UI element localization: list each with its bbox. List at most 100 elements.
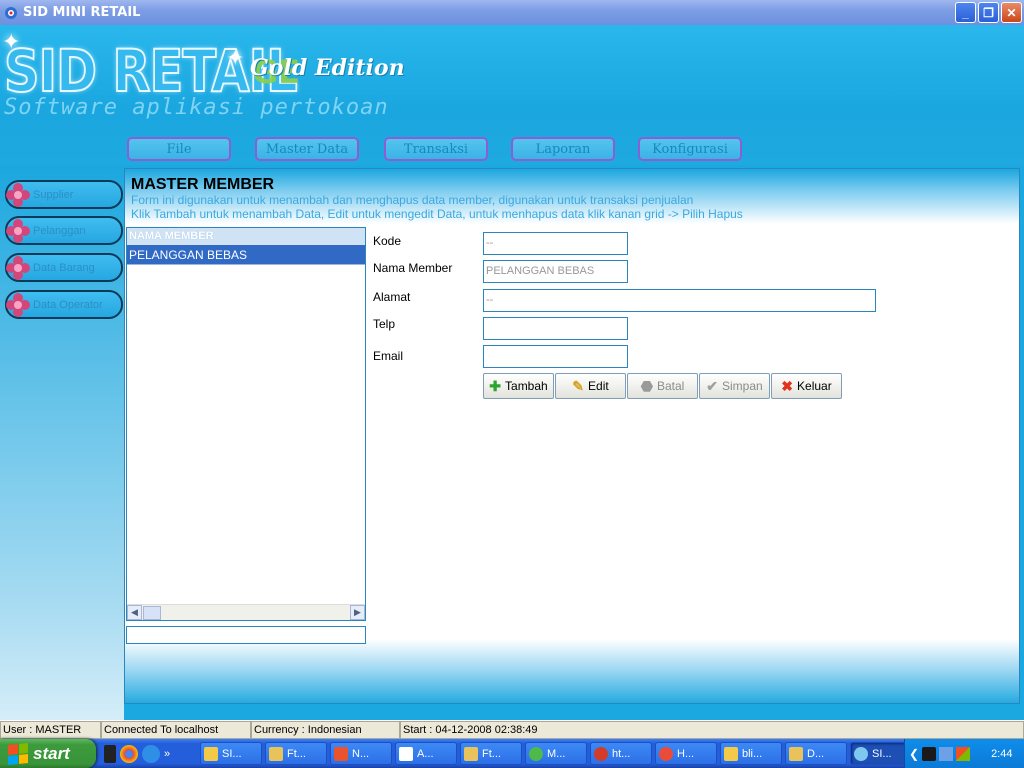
app-shortcut-icon[interactable]: [104, 744, 116, 763]
taskbar-item[interactable]: A...: [395, 742, 457, 765]
windows-logo-icon: [8, 742, 28, 765]
sidebar-item-data-operator[interactable]: Data Operator: [5, 290, 123, 319]
taskbar-item-label: bli...: [742, 747, 763, 760]
sidebar-item-supplier[interactable]: Supplier: [5, 180, 123, 209]
sparkle-icon: ✦: [226, 45, 245, 70]
taskbar-item[interactable]: H...: [655, 742, 717, 765]
taskbar-item[interactable]: SI...: [850, 742, 912, 765]
grid-column-header[interactable]: NAMA MEMBER: [127, 228, 365, 245]
start-button[interactable]: start: [0, 739, 96, 768]
nama-member-label: Nama Member: [373, 261, 453, 275]
windows-flag-icon[interactable]: [956, 746, 971, 761]
taskbar-item-label: SI...: [222, 747, 242, 760]
chrome-icon: [659, 746, 673, 761]
minimize-icon: _: [962, 5, 969, 20]
chrome-icon[interactable]: [120, 744, 138, 763]
traffic-light-icon[interactable]: [922, 746, 937, 761]
taskbar-item[interactable]: SI...: [200, 742, 262, 765]
app-window-icon: [399, 746, 413, 761]
scroll-left-button[interactable]: ◀: [127, 605, 142, 620]
status-start-time: Start : 04-12-2008 02:38:49: [400, 721, 1024, 739]
taskbar-item[interactable]: Ft...: [265, 742, 327, 765]
taskbar-tasks: SI... Ft... N... A... Ft... M... ht... H…: [200, 742, 912, 765]
sidebar-item-pelanggan[interactable]: Pelanggan: [5, 216, 123, 245]
tambah-button[interactable]: ✚ Tambah: [483, 373, 554, 399]
scroll-right-button[interactable]: ▶: [350, 605, 365, 620]
quick-launch: »: [104, 744, 200, 763]
chevron-left-icon[interactable]: ❮: [909, 747, 919, 761]
restore-icon: ❐: [983, 5, 994, 20]
horizontal-scrollbar[interactable]: ◀ ▶: [127, 604, 365, 620]
taskbar-item-label: M...: [547, 747, 566, 760]
app-icon: [5, 6, 17, 19]
kode-label: Kode: [373, 234, 402, 248]
clock[interactable]: 2:44: [991, 748, 1012, 760]
quick-launch-more-icon[interactable]: »: [164, 748, 170, 760]
folder-icon: [724, 746, 738, 761]
taskbar-item-label: Ft...: [482, 747, 501, 760]
page-instructions: Klik Tambah untuk menambah Data, Edit un…: [131, 207, 743, 221]
sparkle-icon: ✦: [2, 29, 21, 54]
status-user: User : MASTER: [0, 721, 101, 739]
flower-icon: [6, 292, 30, 317]
menu-laporan[interactable]: Laporan: [511, 137, 615, 161]
taskbar-item[interactable]: D...: [785, 742, 847, 765]
x-icon: ✖: [781, 377, 794, 394]
nama-member-field[interactable]: PELANGGAN BEBAS: [483, 260, 628, 283]
status-currency: Currency : Indonesian: [251, 721, 400, 739]
edit-button-label: Edit: [588, 379, 609, 393]
keluar-button[interactable]: ✖ Keluar: [771, 373, 842, 399]
sidebar-item-label: Data Barang: [33, 261, 95, 274]
taskbar-item-label: N...: [352, 747, 370, 760]
menu-file[interactable]: File: [127, 137, 231, 161]
tambah-button-label: Tambah: [505, 379, 548, 393]
batal-button[interactable]: ⬣ Batal: [627, 373, 698, 399]
restore-button[interactable]: ❐: [978, 2, 999, 23]
alamat-label: Alamat: [373, 290, 411, 304]
flower-icon: [6, 255, 30, 280]
taskbar-item[interactable]: Ft...: [460, 742, 522, 765]
internet-explorer-icon[interactable]: [142, 744, 160, 763]
alamat-field[interactable]: --: [483, 289, 876, 312]
taskbar-item-label: Ft...: [287, 747, 306, 760]
flower-icon: [6, 218, 30, 243]
taskbar-item[interactable]: ht...: [590, 742, 652, 765]
menu-master-data[interactable]: Master Data: [255, 137, 359, 161]
sidebar-item-label: Supplier: [33, 188, 74, 201]
simpan-button[interactable]: ✔ Simpan: [699, 373, 770, 399]
email-label: Email: [373, 349, 404, 363]
menu-konfigurasi[interactable]: Konfigurasi: [638, 137, 742, 161]
close-icon: ✕: [1006, 5, 1017, 20]
taskbar-item-label: H...: [677, 747, 695, 760]
sidebar-item-label: Data Operator: [33, 298, 103, 311]
email-field[interactable]: [483, 345, 628, 368]
taskbar-item-label: D...: [807, 747, 825, 760]
taskbar-item-label: SI...: [872, 747, 892, 760]
scroll-thumb[interactable]: [143, 605, 161, 620]
telp-field[interactable]: [483, 317, 628, 340]
editor-app-icon: [334, 746, 348, 761]
taskbar-item[interactable]: bli...: [720, 742, 782, 765]
member-grid[interactable]: NAMA MEMBER PELANGGAN BEBAS ◀ ▶: [126, 227, 366, 621]
pencil-icon: ✎: [572, 377, 585, 394]
status-bar: User : MASTER Connected To localhost Cur…: [0, 720, 1024, 739]
ftp-app-icon: [269, 746, 283, 761]
taskbar-item[interactable]: N...: [330, 742, 392, 765]
table-row[interactable]: PELANGGAN BEBAS: [127, 245, 365, 265]
network-icon[interactable]: [939, 746, 954, 761]
sidebar-item-data-barang[interactable]: Data Barang: [5, 253, 123, 282]
close-button[interactable]: ✕: [1001, 2, 1022, 23]
start-label: start: [33, 743, 70, 763]
menu-transaksi[interactable]: Transaksi: [384, 137, 488, 161]
grid-search-input[interactable]: [126, 626, 366, 644]
keluar-button-label: Keluar: [797, 379, 832, 393]
page-description: Form ini digunakan untuk menambah dan me…: [131, 193, 694, 207]
status-connection: Connected To localhost: [101, 721, 251, 739]
chevron-right-icon: ▶: [354, 607, 361, 617]
minimize-button[interactable]: _: [955, 2, 976, 23]
kode-field[interactable]: --: [483, 232, 628, 255]
taskbar-item[interactable]: M...: [525, 742, 587, 765]
logo-tagline: Software aplikasi pertokoan: [4, 95, 389, 120]
master-member-panel: MASTER MEMBER Form ini digunakan untuk m…: [124, 168, 1020, 704]
edit-button[interactable]: ✎ Edit: [555, 373, 626, 399]
